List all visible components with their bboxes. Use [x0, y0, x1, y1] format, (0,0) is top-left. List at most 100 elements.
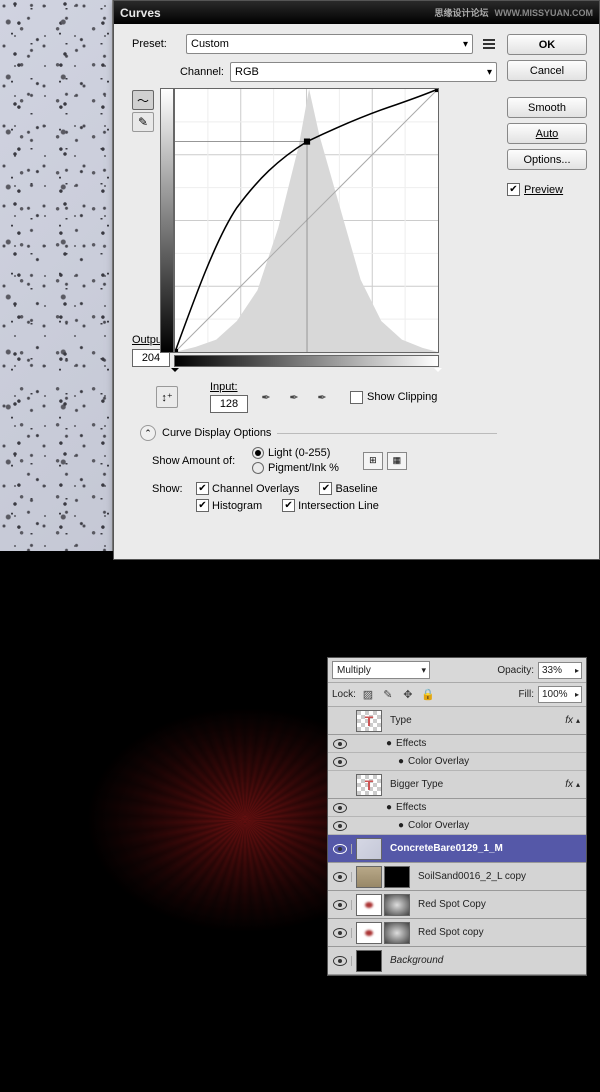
visibility-toggle[interactable]	[328, 956, 352, 966]
effects-row[interactable]: ●Effects	[328, 735, 586, 753]
preview-label: Preview	[524, 184, 563, 196]
watermark-1: 思缘设计论坛	[434, 6, 488, 19]
mask-thumb[interactable]	[384, 922, 410, 944]
preview-checkbox[interactable]	[507, 183, 520, 196]
curve-tool-pencil[interactable]: ✎	[132, 112, 154, 132]
watermark-2: WWW.MISSYUAN.COM	[495, 8, 594, 18]
grid-size-large-icon[interactable]: ▦	[387, 452, 407, 470]
show-amount-label: Show Amount of:	[152, 455, 244, 467]
eye-icon	[333, 872, 347, 882]
eyedropper-white-icon[interactable]: ✒	[312, 387, 332, 407]
layer-thumb[interactable]: T	[356, 774, 382, 796]
layer-row-type[interactable]: T Type fx▴	[328, 707, 586, 735]
layer-name[interactable]: SoilSand0016_2_L copy	[414, 871, 586, 882]
opacity-field[interactable]: 33%	[538, 662, 582, 679]
channel-overlays-checkbox[interactable]	[196, 482, 209, 495]
black-slider[interactable]	[171, 368, 179, 376]
layer-name[interactable]: ConcreteBare0129_1_M	[386, 843, 586, 854]
visibility-toggle[interactable]	[328, 872, 352, 882]
layer-name[interactable]: Red Spot Copy	[414, 899, 586, 910]
output-label: Output:	[132, 334, 156, 346]
layer-name[interactable]: Background	[386, 955, 586, 966]
channel-select[interactable]: RGB	[230, 62, 497, 82]
dialog-title: Curves	[120, 6, 161, 20]
show-clipping-checkbox[interactable]	[350, 391, 363, 404]
separator	[277, 433, 497, 434]
light-radio[interactable]	[252, 447, 264, 459]
eye-icon	[333, 844, 347, 854]
control-point[interactable]	[304, 139, 310, 145]
layer-row-concrete[interactable]: ConcreteBare0129_1_M	[328, 835, 586, 863]
histogram-checkbox[interactable]	[196, 499, 209, 512]
layer-thumb[interactable]	[356, 894, 382, 916]
layer-name[interactable]: Bigger Type	[386, 779, 565, 790]
layer-row-bigger-type[interactable]: T Bigger Type fx▴	[328, 771, 586, 799]
options-button[interactable]: Options...	[507, 149, 587, 170]
grid-size-small-icon[interactable]: ⊞	[363, 452, 383, 470]
eyedropper-black-icon[interactable]: ✒	[256, 387, 276, 407]
layer-thumb[interactable]	[356, 838, 382, 860]
lock-transparency-icon[interactable]: ▨	[360, 687, 376, 703]
eye-icon[interactable]	[333, 803, 347, 813]
pigment-radio[interactable]	[252, 462, 264, 474]
layer-row-soilsand[interactable]: SoilSand0016_2_L copy	[328, 863, 586, 891]
visibility-toggle[interactable]	[328, 844, 352, 854]
color-overlay-row[interactable]: ●Color Overlay	[328, 753, 586, 771]
fill-label: Fill:	[518, 689, 534, 700]
fill-field[interactable]: 100%	[538, 686, 582, 703]
cancel-button[interactable]: Cancel	[507, 60, 587, 81]
lock-position-icon[interactable]: ✥	[400, 687, 416, 703]
preset-select[interactable]: Custom	[186, 34, 473, 54]
layer-thumb[interactable]	[356, 950, 382, 972]
show-clipping-label: Show Clipping	[367, 391, 437, 403]
mask-thumb[interactable]	[384, 894, 410, 916]
eye-icon	[333, 928, 347, 938]
mask-thumb[interactable]	[384, 866, 410, 888]
preset-label: Preset:	[132, 38, 180, 50]
layer-thumb[interactable]	[356, 866, 382, 888]
fx-indicator[interactable]: fx▴	[565, 779, 586, 790]
input-field[interactable]: 128	[210, 395, 248, 413]
layer-thumb[interactable]	[356, 922, 382, 944]
auto-button[interactable]: Auto	[507, 123, 587, 144]
opacity-label: Opacity:	[497, 665, 534, 676]
eye-icon	[333, 956, 347, 966]
title-bar[interactable]: Curves 思缘设计论坛 WWW.MISSYUAN.COM	[114, 1, 599, 24]
blend-mode-select[interactable]: Multiply	[332, 661, 430, 679]
eyedropper-gray-icon[interactable]: ✒	[284, 387, 304, 407]
baseline-checkbox[interactable]	[319, 482, 332, 495]
intersection-checkbox[interactable]	[282, 499, 295, 512]
ok-button[interactable]: OK	[507, 34, 587, 55]
eye-icon[interactable]	[333, 757, 347, 767]
texture-preview	[0, 0, 113, 551]
color-overlay-row[interactable]: ●Color Overlay	[328, 817, 586, 835]
display-options-label: Curve Display Options	[162, 427, 271, 439]
lock-pixels-icon[interactable]: ✎	[380, 687, 396, 703]
layer-row-redspot1[interactable]: Red Spot Copy	[328, 891, 586, 919]
layer-name[interactable]: Type	[386, 715, 565, 726]
visibility-toggle[interactable]	[328, 928, 352, 938]
layer-row-background[interactable]: Background	[328, 947, 586, 975]
vertical-gradient	[160, 88, 174, 353]
curve-tool-spline[interactable]: 〜	[132, 90, 154, 110]
effects-row[interactable]: ●Effects	[328, 799, 586, 817]
eye-icon[interactable]	[333, 821, 347, 831]
curve-grid[interactable]	[174, 88, 439, 353]
white-slider[interactable]	[434, 368, 442, 376]
show-label: Show:	[152, 483, 192, 495]
horizontal-gradient[interactable]	[174, 355, 439, 367]
scrubby-tool[interactable]: ↕⁺	[156, 386, 178, 408]
fx-indicator[interactable]: fx▴	[565, 715, 586, 726]
layer-row-redspot2[interactable]: Red Spot copy	[328, 919, 586, 947]
collapse-options-icon[interactable]: ⌃	[140, 425, 156, 441]
smooth-button[interactable]: Smooth	[507, 97, 587, 118]
visibility-toggle[interactable]	[328, 900, 352, 910]
layer-thumb[interactable]: T	[356, 710, 382, 732]
layer-name[interactable]: Red Spot copy	[414, 927, 586, 938]
eye-icon[interactable]	[333, 739, 347, 749]
preset-menu-icon[interactable]	[479, 37, 497, 51]
eye-icon	[333, 900, 347, 910]
curves-dialog: Curves 思缘设计论坛 WWW.MISSYUAN.COM Preset: C…	[113, 0, 600, 560]
lock-label: Lock:	[332, 689, 356, 700]
lock-all-icon[interactable]: 🔒	[420, 687, 436, 703]
